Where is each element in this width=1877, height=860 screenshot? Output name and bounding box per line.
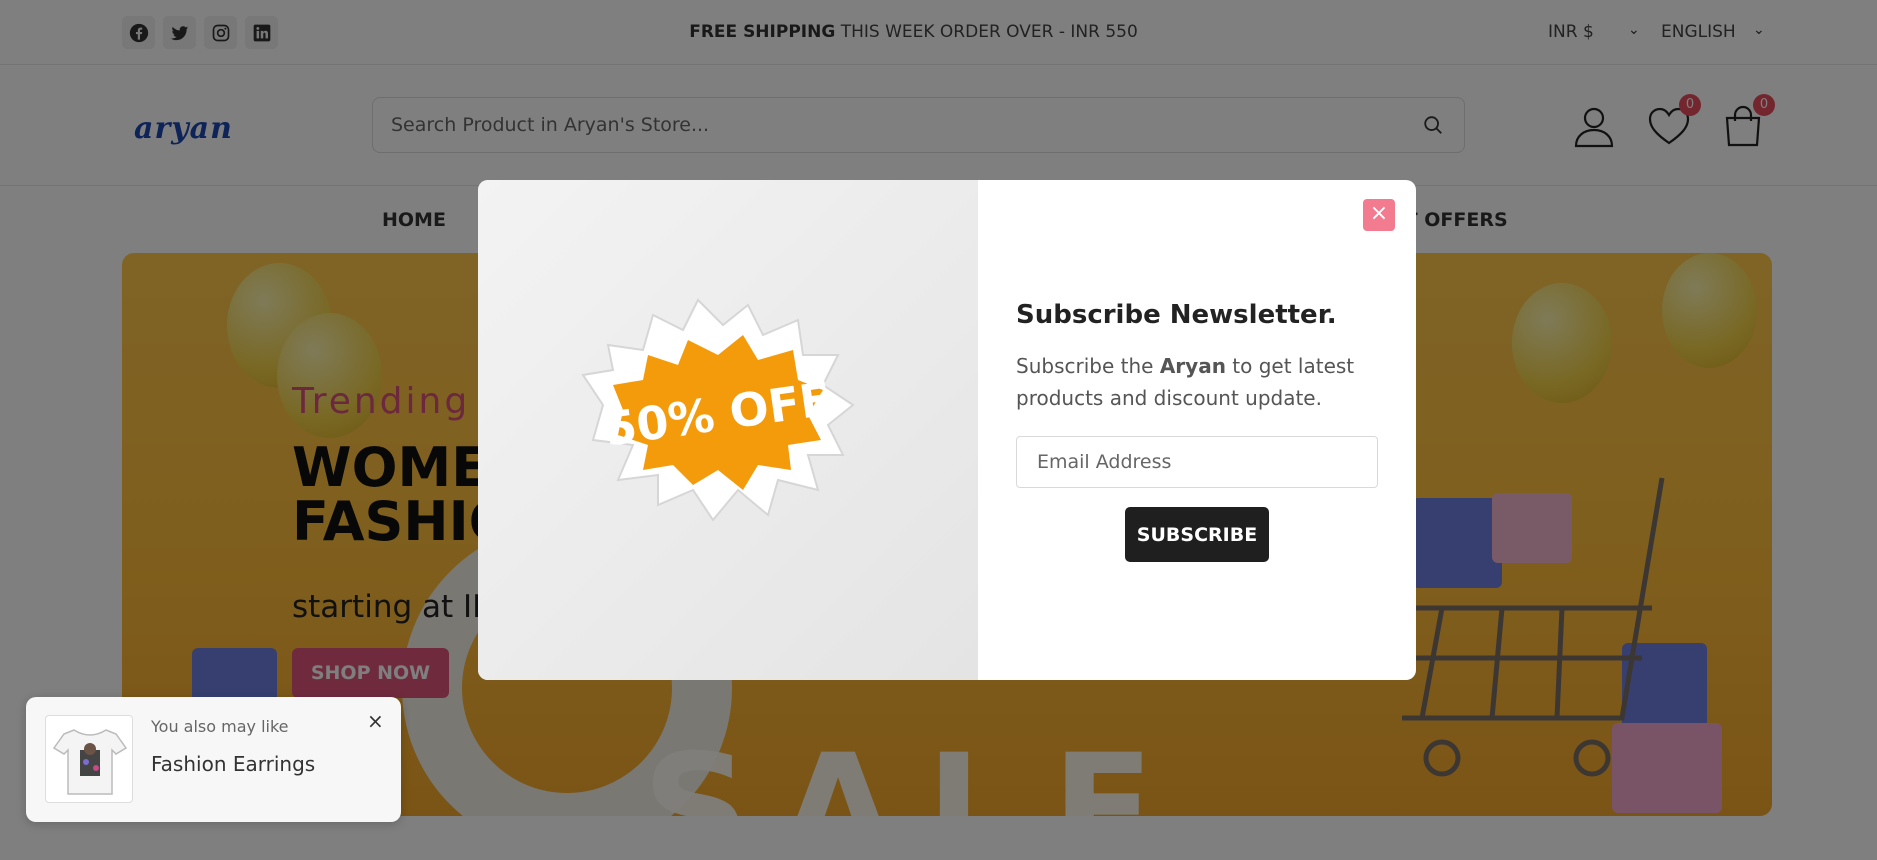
torn-paper-graphic: 50% OFF	[581, 298, 855, 522]
newsletter-modal: 50% OFF × Subscribe Newsletter. Subscrib…	[478, 180, 1416, 680]
promo-image: 50% OFF	[478, 180, 978, 680]
suggested-product-name[interactable]: Fashion Earrings	[151, 752, 315, 776]
brand-name: Aryan	[1159, 354, 1226, 378]
suggestion-label: You also may like	[151, 717, 289, 736]
product-suggestion-popup: You also may like Fashion Earrings ×	[26, 697, 401, 822]
modal-title: Subscribe Newsletter.	[1016, 300, 1337, 330]
modal-description: Subscribe the Aryan to get latest produc…	[1016, 350, 1386, 414]
subscribe-button[interactable]: SUBSCRIBE	[1125, 507, 1269, 562]
product-thumbnail[interactable]	[45, 715, 133, 803]
modal-text-part: Subscribe the	[1016, 354, 1160, 378]
close-modal-button[interactable]: ×	[1363, 199, 1395, 231]
email-field[interactable]	[1016, 436, 1378, 488]
close-icon[interactable]: ×	[367, 709, 384, 733]
tshirt-icon	[52, 729, 128, 795]
